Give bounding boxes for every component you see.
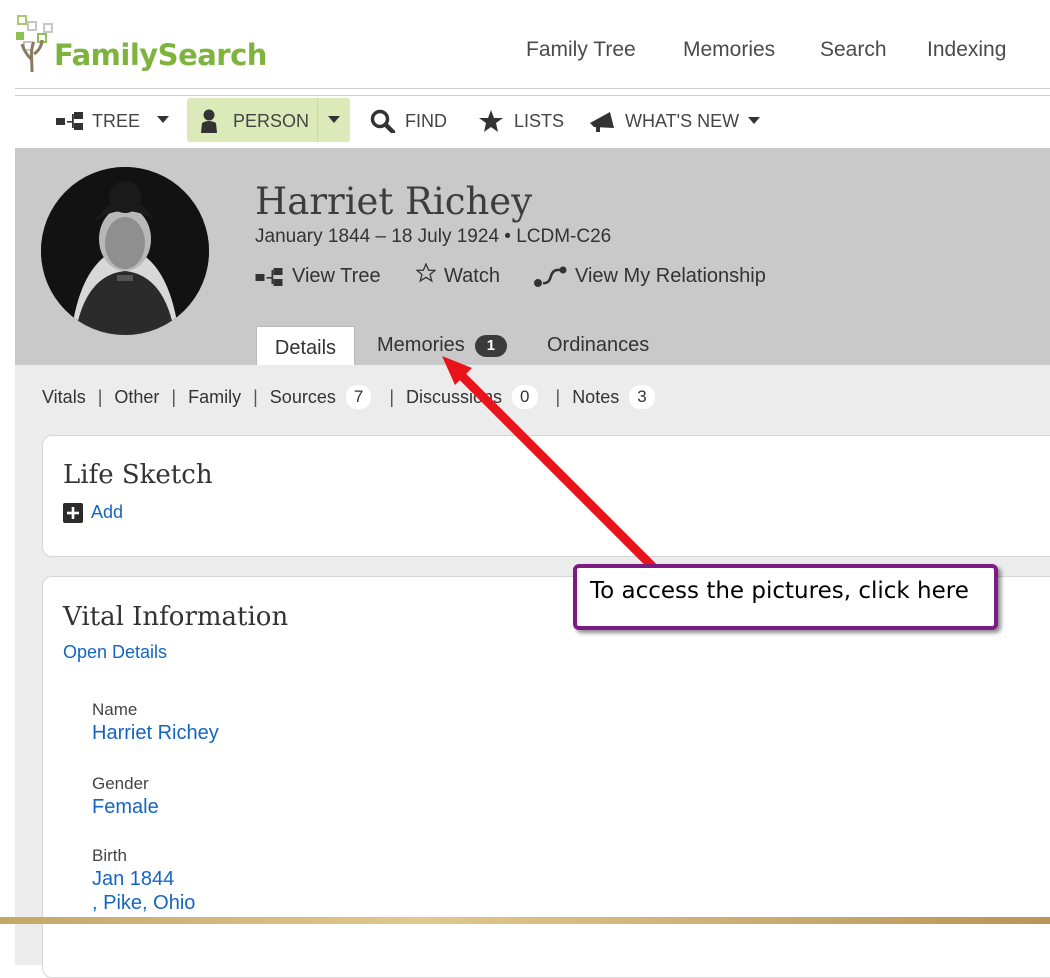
window-bottom-strip <box>0 917 1050 924</box>
subnav-person-label: PERSON <box>233 110 310 131</box>
subnav-find-button[interactable]: FIND <box>370 109 447 133</box>
portrait-photo-icon <box>41 167 209 335</box>
tree-dropdown-icon[interactable] <box>157 116 169 124</box>
name-label: Name <box>92 700 138 719</box>
sources-count-badge: 7 <box>345 385 372 409</box>
anchor-sources[interactable]: Sources <box>270 387 336 408</box>
birth-label: Birth <box>92 846 127 865</box>
subnav-whats-new-label: WHAT'S NEW <box>625 110 740 131</box>
star-outline-icon <box>416 262 436 282</box>
person-dates: January 1844 – 18 July 1924 • LCDM-C26 <box>255 226 612 247</box>
anchor-separator: | <box>389 386 394 407</box>
anchor-family[interactable]: Family <box>188 387 241 408</box>
tab-memories-label: Memories <box>377 334 465 356</box>
megaphone-icon <box>590 112 614 132</box>
view-tree-label: View Tree <box>292 265 381 287</box>
nav-family-tree[interactable]: Family Tree <box>526 38 636 62</box>
search-icon <box>370 109 396 133</box>
vital-information-title: Vital Information <box>63 602 289 632</box>
name-value[interactable]: Harriet Richey <box>92 722 219 745</box>
life-sketch-add-link[interactable]: Add <box>63 502 123 523</box>
subnav-lists-button[interactable]: LISTS <box>478 109 564 133</box>
notes-count-badge: 3 <box>629 385 655 409</box>
person-dropdown-icon[interactable] <box>328 116 340 124</box>
view-relationship-link[interactable]: View My Relationship <box>533 265 766 288</box>
plus-icon <box>63 502 83 523</box>
life-sketch-card <box>42 435 1050 557</box>
view-relationship-label: View My Relationship <box>575 265 766 287</box>
anchor-separator: | <box>171 386 177 407</box>
life-sketch-add-label: Add <box>91 502 124 522</box>
anchor-discussions[interactable]: Discussions <box>406 387 502 408</box>
subnav-person-button[interactable]: PERSON <box>199 109 309 133</box>
logo-text[interactable]: FamilySearch <box>54 38 267 72</box>
anchor-notes[interactable]: Notes <box>572 387 619 408</box>
subnav-find-label: FIND <box>405 110 447 131</box>
gender-value[interactable]: Female <box>92 796 159 819</box>
relationship-icon <box>534 266 567 287</box>
subnav-divider <box>15 95 1050 96</box>
subnav-lists-label: LISTS <box>514 110 565 131</box>
chevron-down-icon <box>748 117 761 124</box>
nav-indexing[interactable]: Indexing <box>927 38 1006 62</box>
header-divider <box>15 88 1050 89</box>
birth-place[interactable]: , Pike, Ohio <box>92 892 195 915</box>
anchor-separator: | <box>253 386 258 407</box>
life-sketch-title: Life Sketch <box>63 460 213 490</box>
person-menu-divider <box>317 98 318 142</box>
watch-link[interactable]: Watch <box>416 262 500 288</box>
annotation-callout-text: To access the pictures, click here <box>590 578 969 604</box>
tree-icon <box>255 267 283 286</box>
nav-search[interactable]: Search <box>820 38 887 62</box>
watch-label: Watch <box>444 265 500 287</box>
tab-ordinances[interactable]: Ordinances <box>547 334 649 357</box>
tab-details[interactable]: Details <box>256 326 355 366</box>
view-tree-link[interactable]: View Tree <box>255 265 381 288</box>
star-list-icon <box>479 110 503 132</box>
tree-icon <box>56 112 83 130</box>
nav-memories[interactable]: Memories <box>683 38 775 62</box>
anchor-vitals[interactable]: Vitals <box>42 387 86 408</box>
memories-count-badge: 1 <box>474 334 508 357</box>
anchor-other[interactable]: Other <box>114 387 159 408</box>
birth-date[interactable]: Jan 1844 <box>92 868 174 891</box>
subnav-whats-new-button[interactable]: WHAT'S NEW <box>588 109 761 133</box>
person-name: Harriet Richey <box>255 180 533 223</box>
tab-memories[interactable]: Memories 1 <box>377 334 508 357</box>
open-details-link[interactable]: Open Details <box>63 642 167 663</box>
subnav-tree-label: TREE <box>92 110 141 131</box>
anchor-separator: | <box>555 386 561 407</box>
gender-label: Gender <box>92 774 149 793</box>
discussions-count-badge: 0 <box>512 385 538 409</box>
subnav-tree-button[interactable]: TREE <box>56 109 140 133</box>
section-anchor-links: Vitals | Other | Family | Sources 7 | Di… <box>42 385 655 409</box>
person-icon <box>201 109 217 133</box>
person-portrait[interactable] <box>41 167 209 335</box>
anchor-separator: | <box>97 386 103 407</box>
